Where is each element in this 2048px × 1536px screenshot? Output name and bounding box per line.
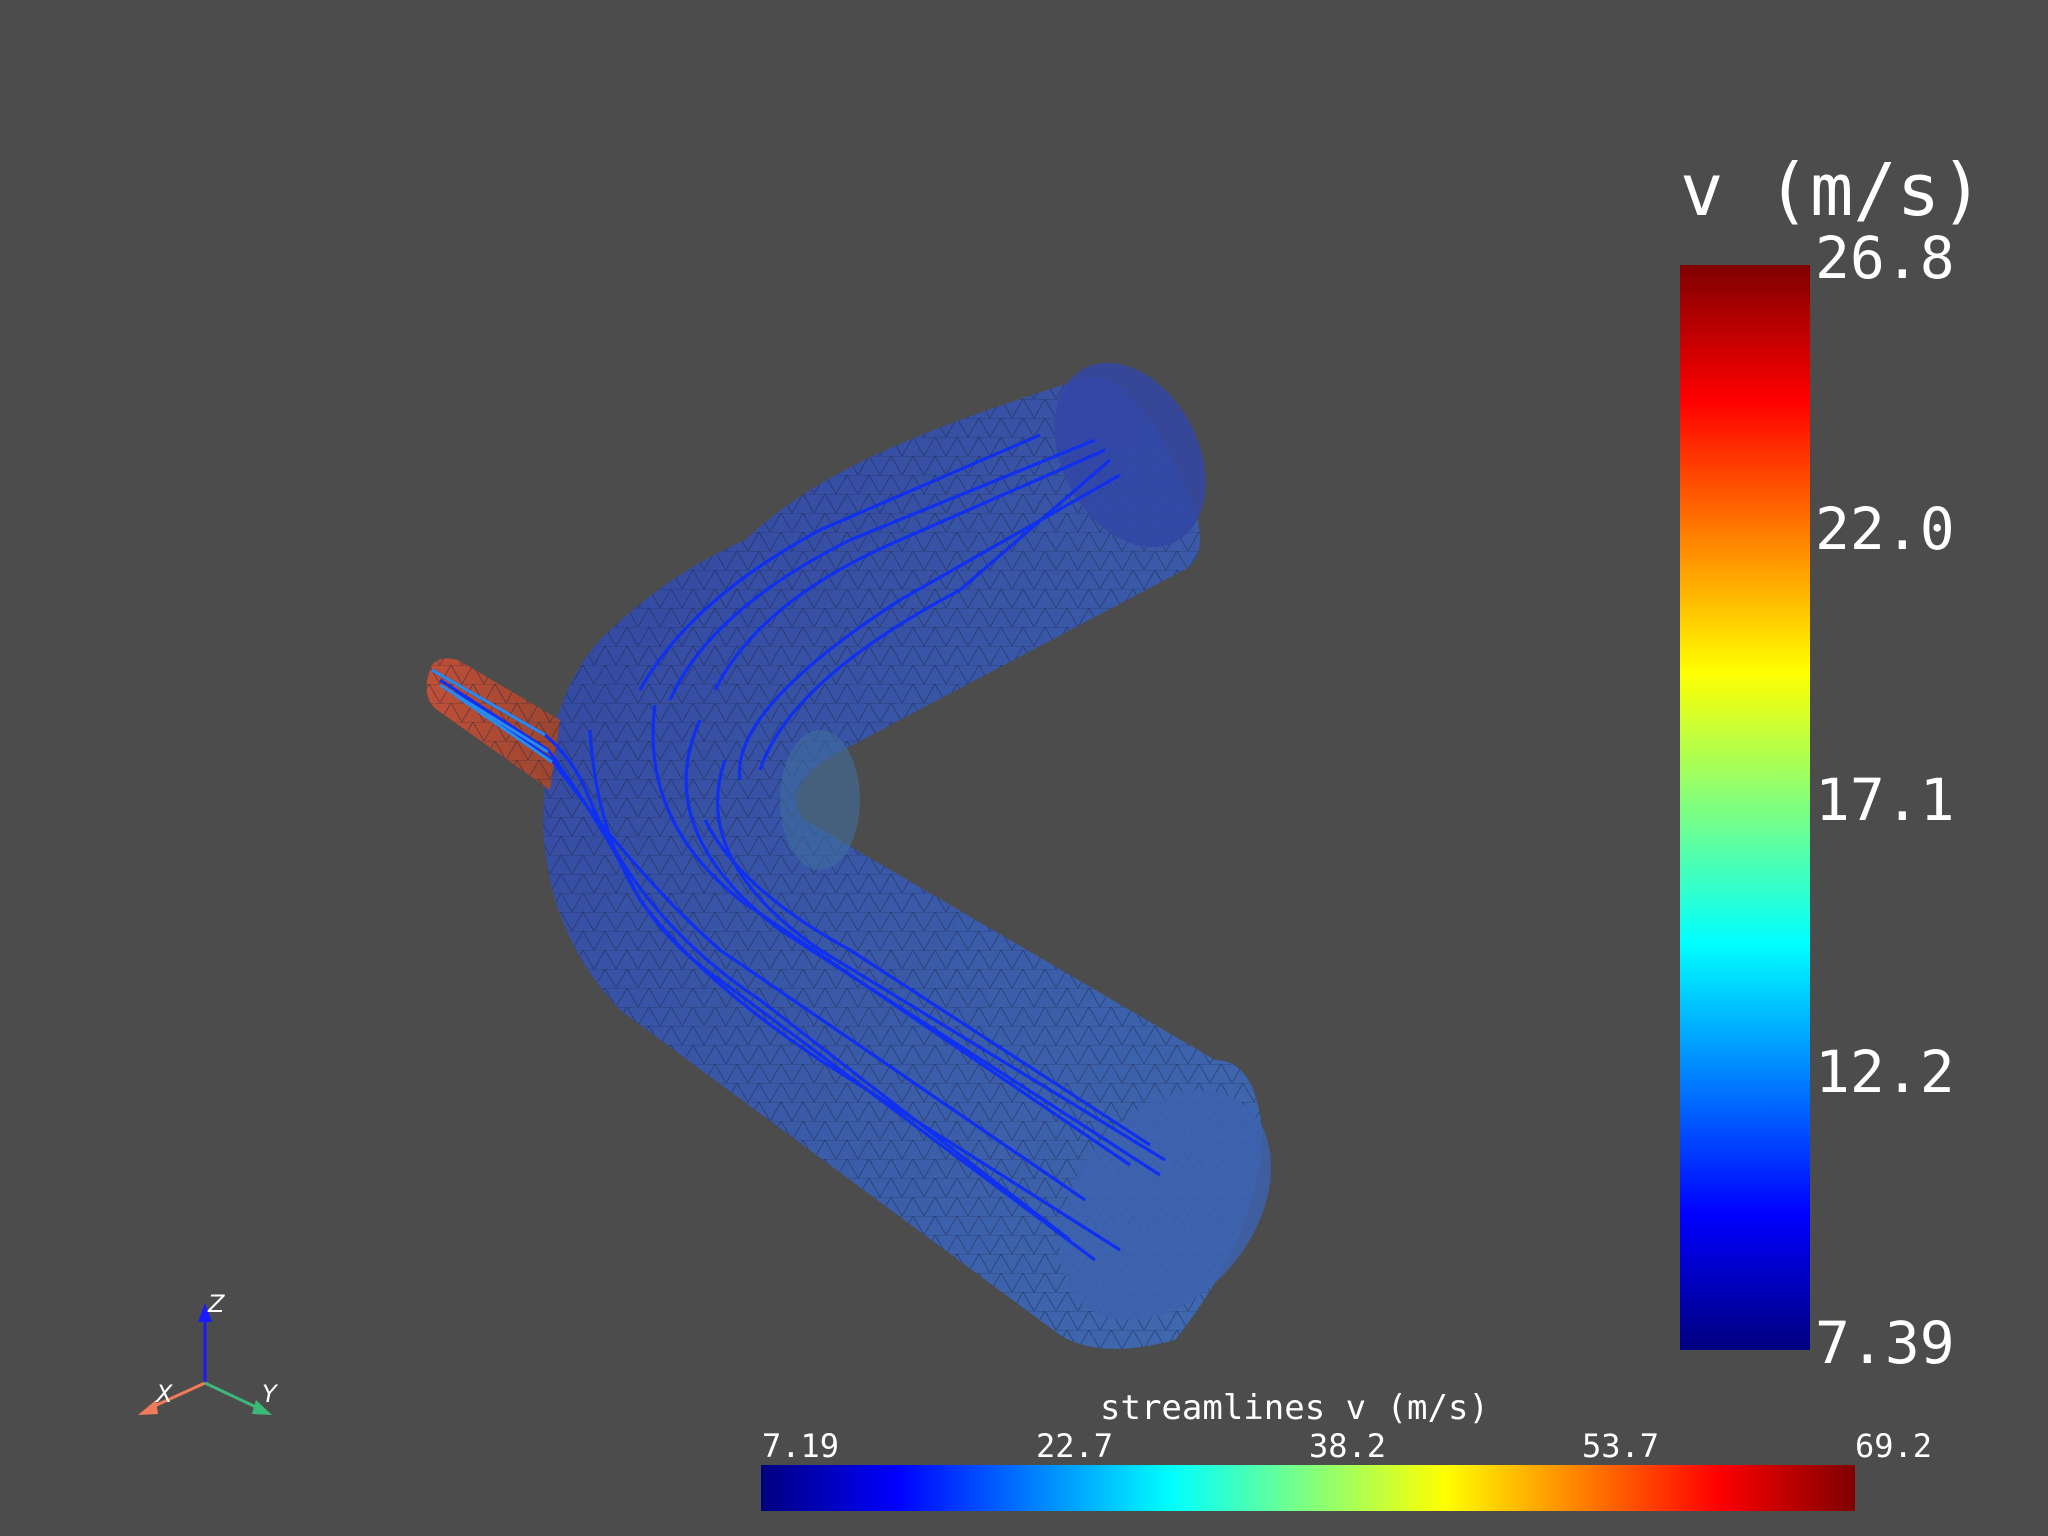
y-axis-line bbox=[204, 1381, 259, 1410]
z-axis-label: Z bbox=[208, 1290, 225, 1318]
pipe-inner-bend bbox=[780, 730, 860, 870]
scalar-bar-streamlines bbox=[761, 1465, 1855, 1511]
x-axis-label: X bbox=[156, 1380, 173, 1408]
scalar-bar-v bbox=[1680, 265, 1810, 1350]
streamline-bar-title: streamlines v (m/s) bbox=[1100, 1388, 1489, 1428]
scalar-bar-title: v (m/s) bbox=[1680, 148, 1984, 232]
scalar-bar-tick: 17.1 bbox=[1815, 766, 1955, 834]
streamline-bar-tick: 69.2 bbox=[1855, 1427, 1933, 1465]
y-axis-label: Y bbox=[262, 1380, 277, 1408]
scalar-bar-tick: 22.0 bbox=[1815, 495, 1955, 563]
streamline-bar-tick: 53.7 bbox=[1582, 1427, 1660, 1465]
pipe-model[interactable] bbox=[426, 337, 1315, 1362]
x-axis-arrow-icon bbox=[138, 1400, 158, 1415]
scalar-bar-tick: 7.39 bbox=[1815, 1309, 1955, 1377]
scalar-bar-tick: 12.2 bbox=[1815, 1038, 1955, 1106]
streamline-bar-tick: 38.2 bbox=[1309, 1427, 1387, 1465]
streamline-bar-tick: 7.19 bbox=[762, 1427, 840, 1465]
scalar-bar-tick: 26.8 bbox=[1815, 224, 1955, 292]
streamline-bar-tick: 22.7 bbox=[1036, 1427, 1114, 1465]
